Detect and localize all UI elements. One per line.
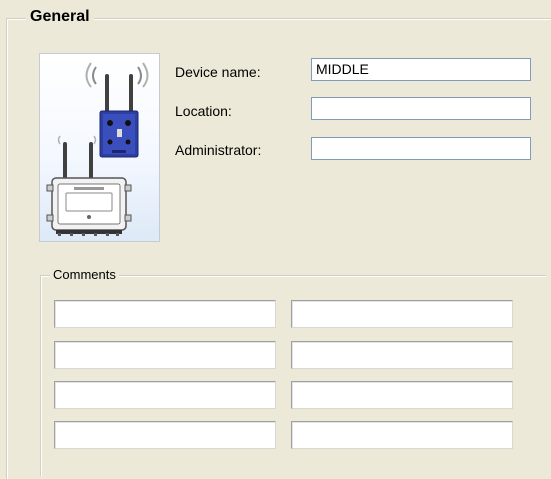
general-group-title: General <box>26 7 94 27</box>
administrator-field[interactable] <box>311 137 531 160</box>
access-point-devices-icon <box>46 62 149 236</box>
device-picture <box>39 53 160 242</box>
comment-line-1-right[interactable] <box>291 300 513 328</box>
comment-line-3-right[interactable] <box>291 381 513 409</box>
device-name-label: Device name: <box>175 64 261 80</box>
comment-line-2-right[interactable] <box>291 341 513 369</box>
comment-line-2-left[interactable] <box>54 341 276 369</box>
location-field[interactable] <box>311 97 531 120</box>
comment-line-4-right[interactable] <box>291 421 513 449</box>
device-name-field[interactable]: MIDDLE <box>311 58 531 81</box>
comment-line-1-left[interactable] <box>54 300 276 328</box>
location-label: Location: <box>175 103 232 119</box>
general-settings-panel: General Device name: Location: Administr… <box>0 0 551 479</box>
administrator-label: Administrator: <box>175 142 262 158</box>
comments-group-title: Comments <box>50 266 119 283</box>
comment-line-3-left[interactable] <box>54 381 276 409</box>
comment-line-4-left[interactable] <box>54 421 276 449</box>
